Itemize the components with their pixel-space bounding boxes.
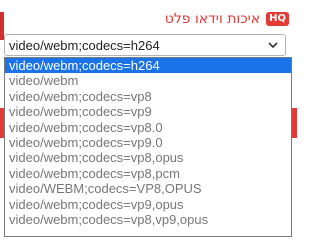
codec-dropdown-list[interactable]: video/webm;codecs=h264 video/webm video/… (4, 57, 292, 237)
codec-option-selected[interactable]: video/webm;codecs=h264 (5, 58, 291, 74)
codec-option[interactable]: video/webm;codecs=vp8,pcm (5, 166, 291, 181)
video-quality-label: איכות וידאו פלט (164, 11, 261, 27)
video-codec-select[interactable]: video/webm;codecs=h264 (4, 34, 286, 56)
codec-option[interactable]: video/webm;codecs=vp8,vp9,opus (5, 212, 291, 227)
codec-option[interactable]: video/webm;codecs=vp9 (5, 104, 291, 119)
hq-badge: HQ (266, 12, 289, 26)
codec-option[interactable]: video/webm (5, 73, 291, 88)
video-quality-label-row: HQ איכות וידאו פלט (165, 10, 289, 28)
codec-option[interactable]: video/webm;codecs=vp8.0 (5, 120, 291, 135)
codec-option[interactable]: video/webm;codecs=vp9,opus (5, 197, 291, 212)
selected-codec-value: video/webm;codecs=h264 (9, 37, 160, 53)
codec-option[interactable]: video/webm;codecs=vp9.0 (5, 135, 291, 150)
chevron-down-icon (268, 42, 278, 49)
codec-option[interactable]: video/WEBM;codecs=VP8,OPUS (5, 181, 291, 196)
codec-option[interactable]: video/webm;codecs=vp8 (5, 89, 291, 104)
codec-option[interactable]: video/webm;codecs=vp8,opus (5, 150, 291, 165)
